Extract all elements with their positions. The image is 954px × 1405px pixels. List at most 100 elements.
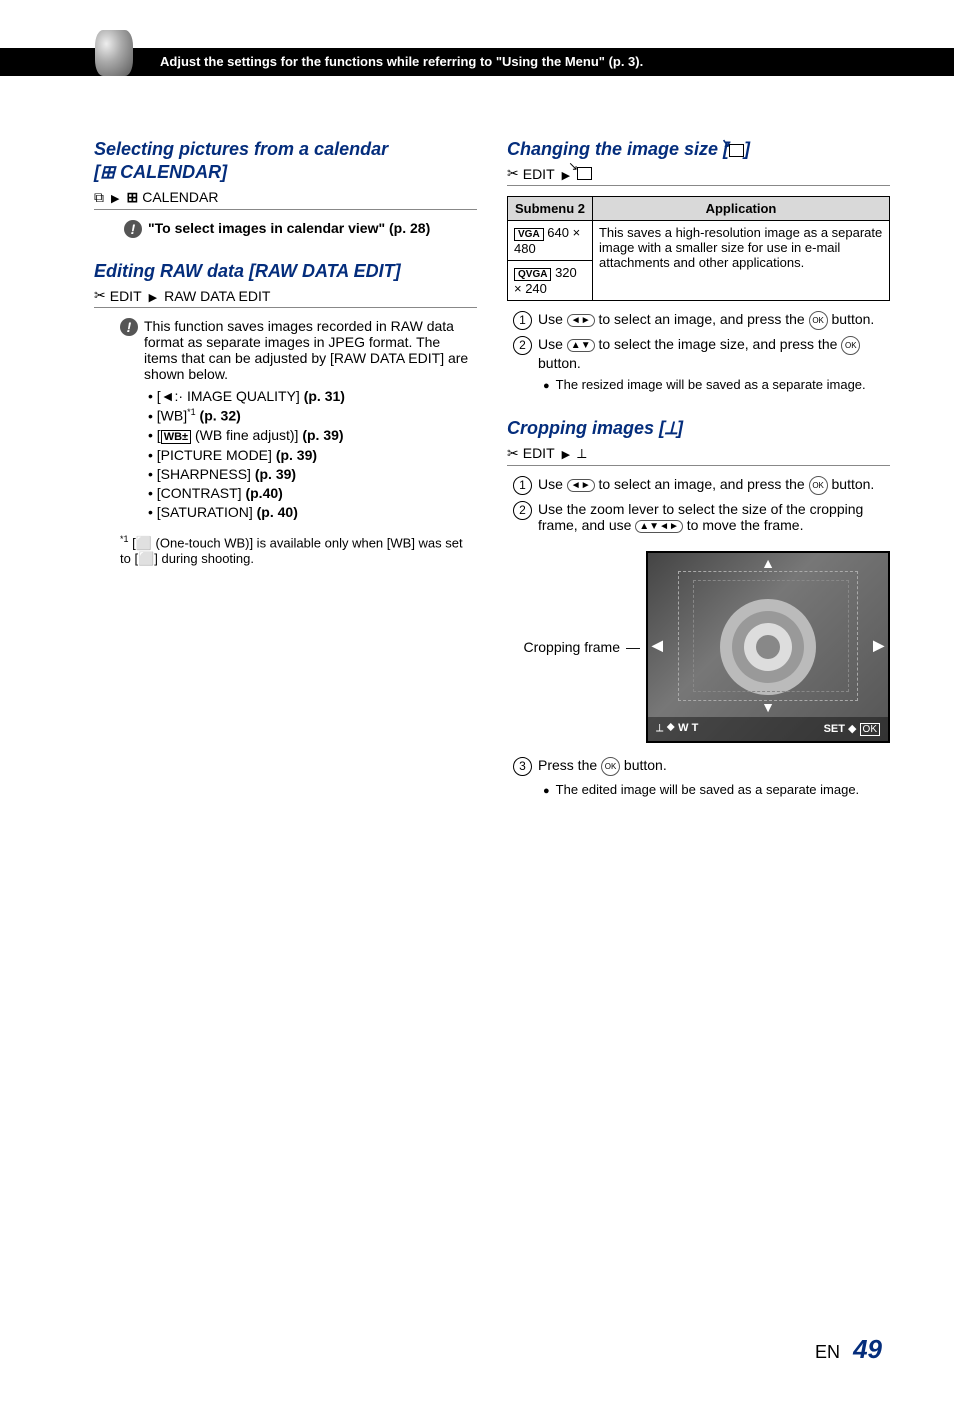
crop-preview: ▲ ▼ ◀ ▶ ⟂ ◆ W T SET ◆ OK — [646, 551, 890, 743]
ok-func-button-icon: OK — [809, 311, 828, 330]
wb-adjust-icon: WB± — [161, 430, 191, 444]
path-edit-label: EDIT — [523, 166, 555, 182]
up-down-icon: ▲▼ — [567, 339, 595, 352]
crop-steps: 1 Use ◄► to select an image, and press t… — [513, 476, 890, 533]
vga-icon: VGA — [514, 228, 544, 241]
section-title-crop: Cropping images [⟂] — [507, 417, 890, 440]
step-number-1: 1 — [513, 476, 532, 495]
section-title-calendar: Selecting pictures from a calendar[ CALE… — [94, 138, 477, 185]
section-title-rawedit: Editing RAW data [RAW DATA EDIT] — [94, 260, 477, 283]
arrow-down-icon: ▼ — [761, 699, 775, 715]
bullet-picture-mode: [PICTURE MODE] (p. 39) — [148, 447, 477, 463]
dpad-icon: ▲▼◄► — [635, 520, 683, 533]
chevron-right-icon — [108, 189, 122, 205]
crop-step-1: 1 Use ◄► to select an image, and press t… — [513, 476, 890, 495]
crop-icon: ⟂ — [577, 445, 586, 462]
ok-func-button-icon: OK — [841, 336, 860, 355]
info-icon: ! — [120, 318, 138, 336]
pointer-line: — — [626, 639, 640, 655]
path-edit-label: EDIT — [523, 445, 555, 461]
one-touch-wb-icon: ⬜ — [136, 535, 152, 550]
one-touch-wb-icon: ⬜ — [138, 551, 154, 566]
zoom-indicator: ⟂ ◆ W T — [656, 722, 698, 735]
resize-table: Submenu 2 Application VGA 640 × 480 This… — [507, 196, 890, 301]
info-icon: ! — [124, 220, 142, 238]
path-edit-label: EDIT — [110, 288, 142, 304]
crop-bottom-bar: ⟂ ◆ W T SET ◆ OK — [648, 717, 888, 741]
path-calendar: CALENDAR — [94, 189, 477, 210]
arrow-right-icon: ▶ — [873, 637, 884, 654]
bullet-image-quality: [◄:· IMAGE QUALITY] (p. 31) — [148, 388, 477, 404]
header-bar: Adjust the settings for the functions wh… — [0, 48, 954, 76]
path-crop: EDIT ⟂ — [507, 445, 890, 466]
crop-frame-label: Cropping frame — [524, 639, 621, 655]
bullet-saturation: [SATURATION] (p. 40) — [148, 504, 477, 520]
step-number-3: 3 — [513, 757, 532, 776]
crop-step-3: 3 Press the OK button. — [513, 757, 890, 776]
calendar-icon — [100, 162, 115, 182]
crop-note: The edited image will be saved as a sepa… — [543, 782, 890, 800]
qvga-icon: QVGA — [514, 268, 551, 281]
rawedit-footnote: *1 [⬜ (One-touch WB)] is available only … — [120, 534, 477, 567]
header-text: Adjust the settings for the functions wh… — [160, 54, 643, 69]
path-rawedit: EDIT RAW DATA EDIT — [94, 287, 477, 308]
page-content: Selecting pictures from a calendar[ CALE… — [0, 76, 954, 806]
step-number-1: 1 — [513, 311, 532, 330]
resize-step-2: 2 Use ▲▼ to select the image size, and p… — [513, 336, 890, 371]
chevron-right-icon — [559, 445, 573, 461]
arrow-up-icon: ▲ — [761, 555, 775, 571]
bullet-wb-fine: [WB± (WB fine adjust)] (p. 39) — [148, 427, 477, 444]
arrow-left-icon: ◀ — [652, 637, 663, 654]
resize-icon — [577, 167, 592, 180]
scissors-icon — [94, 287, 106, 304]
crop-step-2-text: Use the zoom lever to select the size of… — [538, 501, 890, 533]
rawedit-description: ! This function saves images recorded in… — [120, 318, 477, 382]
crop-step-1-text: Use ◄► to select an image, and press the… — [538, 476, 874, 495]
left-right-icon: ◄► — [567, 314, 595, 327]
tip-calendar-text: "To select images in calendar view" (p. … — [148, 220, 430, 238]
resize-icon — [729, 144, 744, 157]
crop-steps-2: 3 Press the OK button. The edited image … — [513, 757, 890, 800]
footer-page: 49 — [853, 1334, 882, 1364]
book-icon — [95, 30, 133, 76]
left-right-icon: ◄► — [567, 479, 595, 492]
footer-lang: EN — [815, 1342, 840, 1362]
chevron-right-icon — [146, 288, 160, 304]
table-cell-vga: VGA 640 × 480 — [508, 221, 593, 261]
resize-step-2-text: Use ▲▼ to select the image size, and pre… — [538, 336, 890, 371]
ok-func-button-icon: OK — [809, 476, 828, 495]
playback-icon — [94, 189, 104, 206]
record-icon: ◄:· — [161, 388, 183, 404]
table-header-submenu: Submenu 2 — [508, 197, 593, 221]
left-column: Selecting pictures from a calendar[ CALE… — [94, 116, 477, 806]
table-cell-qvga: QVGA 320 × 240 — [508, 261, 593, 301]
tip-calendar: ! "To select images in calendar view" (p… — [124, 220, 477, 238]
section-title-resize: Changing the image size [] — [507, 138, 890, 161]
resize-step-1: 1 Use ◄► to select an image, and press t… — [513, 311, 890, 330]
ok-func-button-icon: OK — [601, 757, 620, 776]
crop-step-3-text: Press the OK button. — [538, 757, 667, 776]
crop-outer-frame — [678, 571, 858, 701]
bullet-contrast: [CONTRAST] (p.40) — [148, 485, 477, 501]
crop-step-2: 2 Use the zoom lever to select the size … — [513, 501, 890, 533]
scissors-icon — [507, 445, 519, 462]
resize-note: The resized image will be saved as a sep… — [543, 377, 890, 395]
crop-inner-frame — [693, 580, 849, 692]
step-number-2: 2 — [513, 336, 532, 355]
crop-icon: ⟂ — [665, 418, 677, 438]
ok-box: OK — [860, 723, 880, 736]
table-cell-application: This saves a high-resolution image as a … — [592, 221, 889, 301]
bullet-wb: [WB]*1 (p. 32) — [148, 407, 477, 424]
crop-figure: Cropping frame — ▲ ▼ ◀ ▶ — [507, 551, 890, 743]
set-ok-indicator: SET ◆ OK — [824, 722, 880, 735]
bullet-sharpness: [SHARPNESS] (p. 39) — [148, 466, 477, 482]
path-resize: EDIT — [507, 165, 890, 186]
calendar-icon — [126, 189, 138, 206]
resize-steps: 1 Use ◄► to select an image, and press t… — [513, 311, 890, 395]
rawedit-body: This function saves images recorded in R… — [144, 318, 477, 382]
resize-step-1-text: Use ◄► to select an image, and press the… — [538, 311, 874, 330]
page-footer: EN 49 — [815, 1334, 882, 1365]
rawedit-bullets: [◄:· IMAGE QUALITY] (p. 31) [WB]*1 (p. 3… — [148, 388, 477, 520]
path-rawedit-label: RAW DATA EDIT — [164, 288, 270, 304]
path-calendar-label: CALENDAR — [142, 189, 218, 205]
